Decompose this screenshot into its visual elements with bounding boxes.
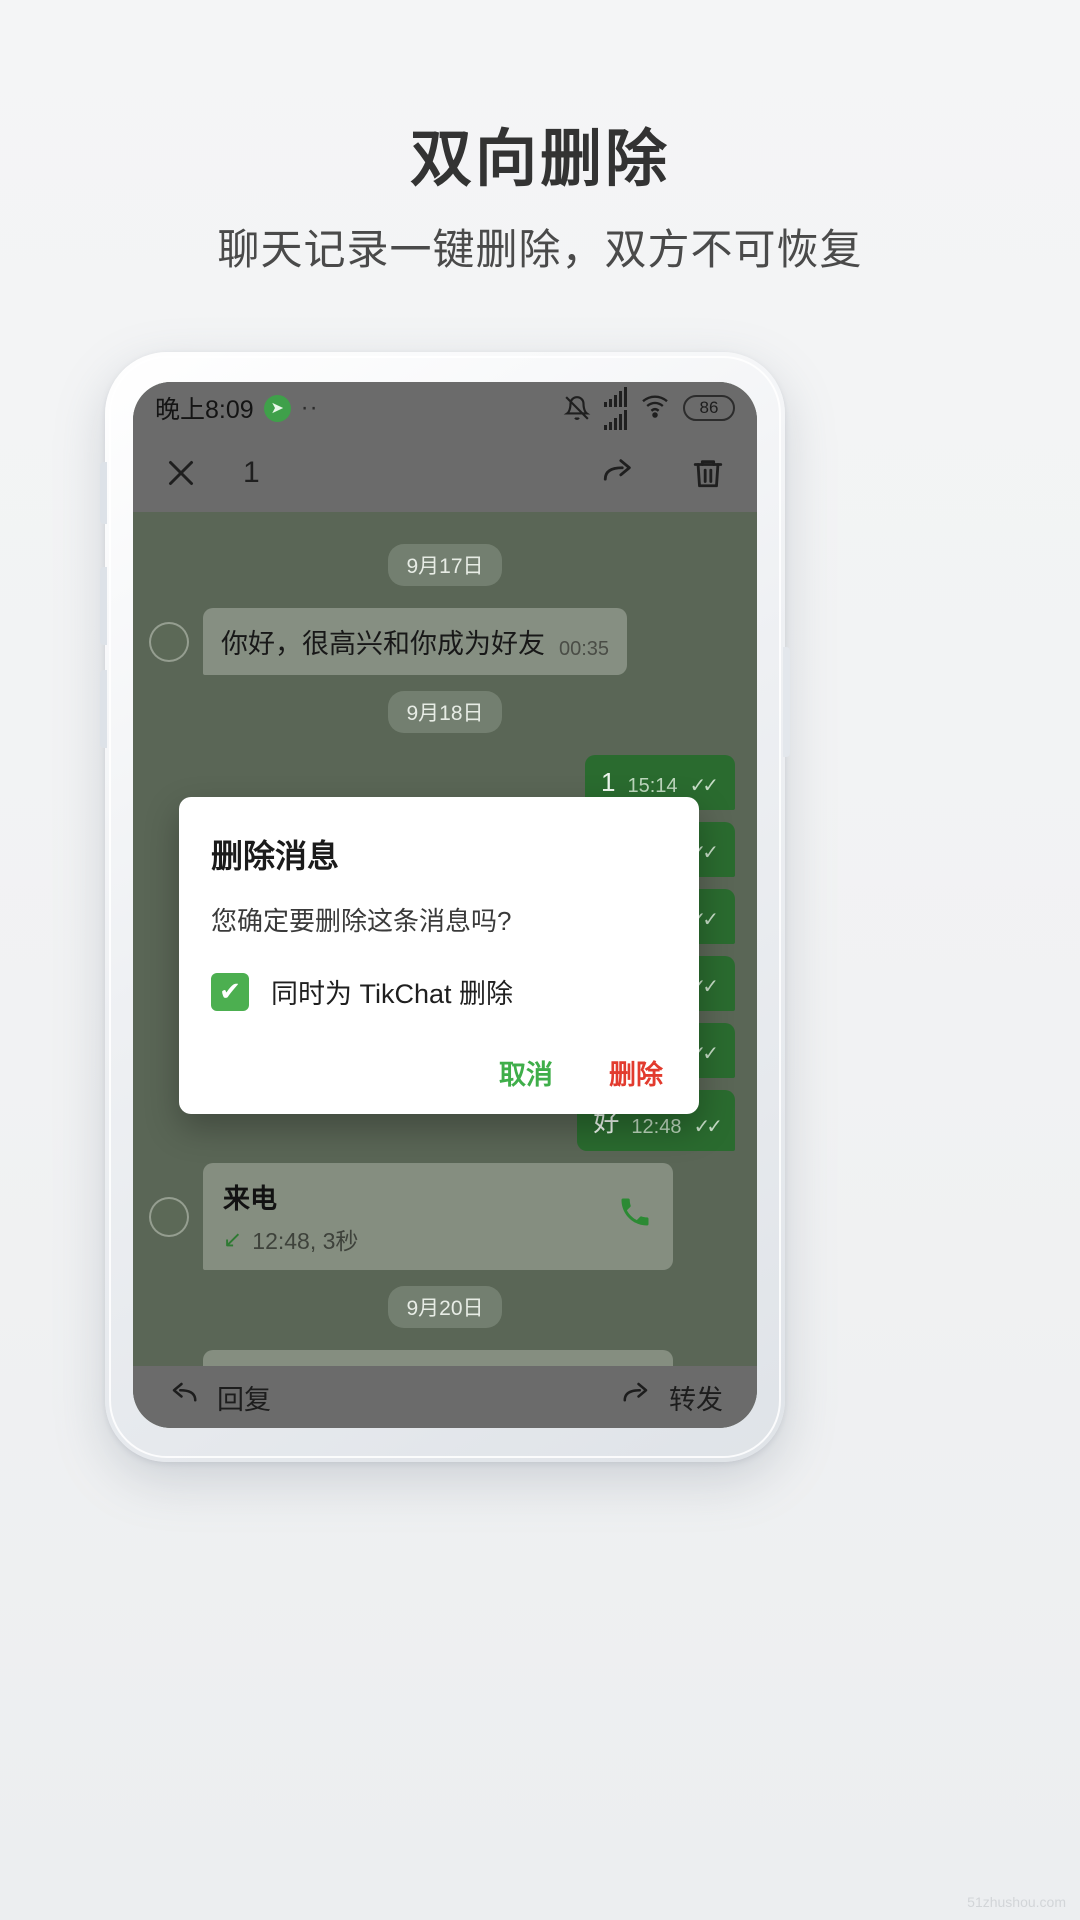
volume-up-button[interactable] xyxy=(100,567,107,645)
signal-bars-icon xyxy=(604,386,627,430)
volume-down-button[interactable] xyxy=(100,670,107,748)
wifi-icon xyxy=(640,394,670,423)
dialog-message: 您确定要删除这条消息吗? xyxy=(211,906,512,936)
dialog-actions: 取消 删除 xyxy=(211,1053,667,1092)
trash-icon[interactable] xyxy=(691,455,727,491)
message-time: 00:35 xyxy=(559,638,610,660)
selection-header: 1 xyxy=(133,434,757,512)
message-text: 1 xyxy=(601,767,616,797)
cancel-button[interactable]: 取消 xyxy=(499,1053,553,1092)
delete-button[interactable]: 删除 xyxy=(609,1053,663,1092)
reply-button[interactable]: 回复 xyxy=(167,1378,271,1417)
selected-count: 1 xyxy=(243,456,260,489)
phone-screen: 晚上8:09 ➤ ·· 86 1 9月17日 你好，很高兴和你成为好友 00:3… xyxy=(133,382,757,1428)
power-button[interactable] xyxy=(100,462,107,524)
page-title: 双向删除 xyxy=(409,125,670,194)
call-info: 来电 ↙ 12:48, 3秒 xyxy=(223,1177,358,1256)
status-bar-right: 86 xyxy=(563,386,735,430)
read-receipt-icon: ✓✓ xyxy=(693,1116,722,1138)
date-separator: 9月18日 xyxy=(133,691,757,733)
call-title: 来电 xyxy=(223,1184,277,1214)
message-time: 12:48 xyxy=(631,1116,682,1138)
date-chip-label: 9月18日 xyxy=(388,691,502,733)
message-row-incoming[interactable]: 你好，很高兴和你成为好友 00:35 xyxy=(133,602,757,681)
message-select-circle[interactable] xyxy=(149,1196,189,1237)
page-subtitle: 聊天记录一键删除，双方不可恢复 xyxy=(217,226,863,273)
phone-mockup: 晚上8:09 ➤ ·· 86 1 9月17日 你好，很高兴和你成为好友 00:3… xyxy=(100,352,790,1462)
battery-indicator: 86 xyxy=(683,395,735,421)
status-time: 晚上8:09 xyxy=(155,396,254,424)
reply-arrow-icon xyxy=(167,1379,201,1416)
watermark: 51zhushou.com xyxy=(967,1894,1066,1910)
bottom-action-bar: 回复 转发 xyxy=(133,1366,757,1428)
message-row-call[interactable]: 来电 ↙ 12:48, 3秒 xyxy=(133,1157,757,1276)
date-separator: 9月20日 xyxy=(133,1286,757,1328)
forward-label: 转发 xyxy=(669,1384,723,1415)
date-chip-label: 9月20日 xyxy=(388,1286,502,1328)
dialog-title: 删除消息 xyxy=(211,838,340,874)
call-direction-icon: ↙ xyxy=(223,1225,243,1252)
forward-arrow-icon xyxy=(619,1379,653,1416)
promo-page: 双向删除 聊天记录一键删除，双方不可恢复 晚上8:09 ➤ ·· 86 1 9月… xyxy=(0,0,1080,1920)
header-actions xyxy=(599,455,727,491)
message-time: 15:14 xyxy=(627,775,678,797)
message-row-call[interactable]: 来电 ↙ 12:48, 3秒 xyxy=(133,1344,757,1366)
call-duration: 12:48, 3秒 xyxy=(252,1228,359,1254)
checkbox-label: 同时为 TikChat 删除 xyxy=(271,979,514,1009)
telegram-icon: ➤ xyxy=(263,394,291,422)
mute-bell-icon xyxy=(563,395,591,421)
call-meta: ↙ 12:48, 3秒 xyxy=(223,1222,358,1256)
forward-button[interactable]: 转发 xyxy=(619,1378,723,1417)
side-button-right[interactable] xyxy=(783,647,790,757)
delete-for-everyone-row[interactable]: ✔ 同时为 TikChat 删除 xyxy=(211,972,667,1011)
reply-label: 回复 xyxy=(217,1384,271,1415)
message-select-circle[interactable] xyxy=(149,621,189,662)
forward-arrow-icon[interactable] xyxy=(599,455,635,491)
call-log-card[interactable]: 来电 ↙ 12:48, 3秒 xyxy=(203,1350,673,1366)
delete-message-dialog: 删除消息 您确定要删除这条消息吗? ✔ 同时为 TikChat 删除 取消 删除 xyxy=(179,797,699,1114)
status-bar-left: 晚上8:09 ➤ ·· xyxy=(155,390,319,426)
call-log-card[interactable]: 来电 ↙ 12:48, 3秒 xyxy=(203,1163,673,1270)
status-bar: 晚上8:09 ➤ ·· 86 xyxy=(133,382,757,434)
date-separator: 9月17日 xyxy=(133,544,757,586)
close-icon[interactable] xyxy=(163,455,199,491)
read-receipt-icon: ✓✓ xyxy=(689,775,719,797)
message-text: 你好，很高兴和你成为好友 xyxy=(221,629,545,659)
more-notifications-icon: ·· xyxy=(300,394,319,421)
chat-bubble-incoming[interactable]: 你好，很高兴和你成为好友 00:35 xyxy=(203,608,628,675)
date-chip-label: 9月17日 xyxy=(388,544,502,586)
checkbox-icon[interactable]: ✔ xyxy=(211,972,249,1011)
phone-icon[interactable] xyxy=(617,1194,653,1239)
